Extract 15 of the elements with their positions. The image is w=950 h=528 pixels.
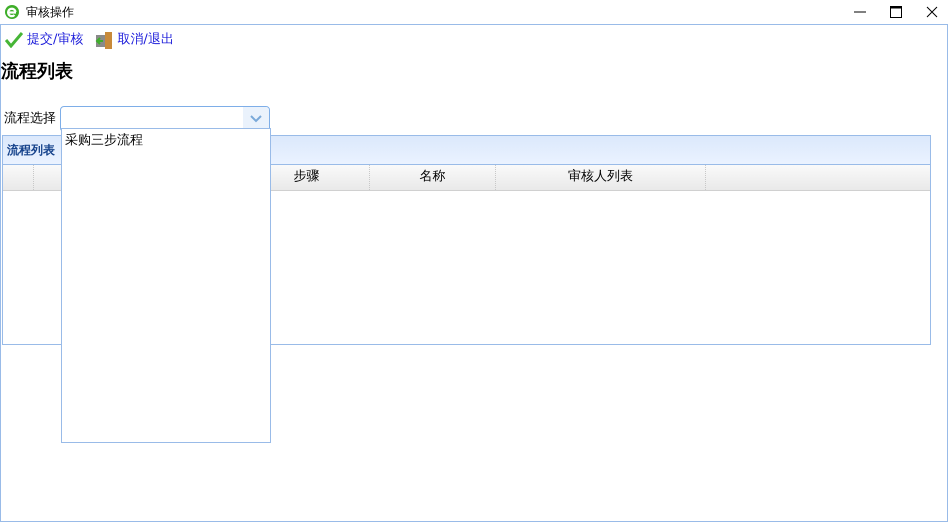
chevron-icon bbox=[250, 114, 262, 122]
cancel-button[interactable]: 取消/退出 bbox=[95, 30, 174, 50]
page-heading: 流程列表 bbox=[1, 60, 74, 84]
submit-button[interactable]: 提交/审核 bbox=[5, 30, 84, 50]
close-icon bbox=[926, 6, 938, 18]
door-icon bbox=[95, 30, 114, 49]
column-header[interactable]: 名称 bbox=[370, 164, 496, 190]
column-header[interactable]: 审核人列表 bbox=[496, 164, 706, 190]
dropdown-option[interactable]: 采购三步流程 bbox=[65, 131, 267, 150]
panel-title: 流程列表 bbox=[7, 142, 55, 158]
maximize-icon bbox=[890, 6, 902, 18]
app-icon bbox=[4, 4, 20, 20]
window-title: 审核操作 bbox=[26, 4, 74, 21]
field-label: 流程选择 bbox=[4, 110, 56, 128]
checkmark-icon bbox=[5, 32, 23, 48]
